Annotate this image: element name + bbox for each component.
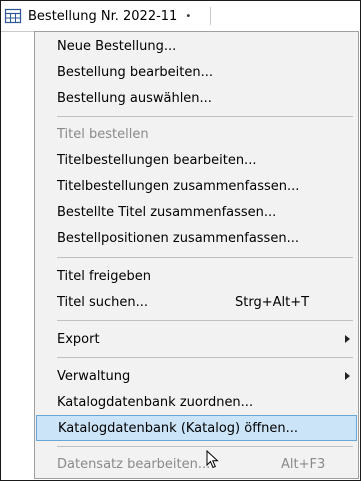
menu-item-titelbestellungen-bearbeiten[interactable]: Titelbestellungen bearbeiten...	[35, 147, 358, 173]
menu-item-label: Neue Bestellung...	[57, 38, 177, 54]
menu-item-titelbestellungen-zusammenfassen[interactable]: Titelbestellungen zusammenfassen...	[35, 173, 358, 199]
menu-item-label: Bestellung bearbeiten...	[57, 64, 214, 80]
menu-item-export[interactable]: Export	[35, 326, 358, 352]
menu-item-label: Titel bestellen	[57, 126, 149, 142]
menu-item-bestellung-bearbeiten[interactable]: Bestellung bearbeiten...	[35, 59, 358, 85]
menu-item-label: Datensatz bearbeiten...	[57, 456, 211, 472]
mouse-cursor-icon	[206, 450, 219, 469]
menu-item-label: Katalogdatenbank zuordnen...	[57, 394, 254, 410]
submenu-arrow-icon	[345, 335, 350, 343]
menu-item-label: Titelbestellungen zusammenfassen...	[57, 178, 300, 194]
dropdown-arrow-icon[interactable]: •	[185, 11, 191, 22]
menu-item-label: Verwaltung	[57, 368, 131, 384]
menu-item-titel-suchen[interactable]: Titel suchen... Strg+Alt+T	[35, 289, 358, 315]
menu-item-titel-freigeben[interactable]: Titel freigeben	[35, 263, 358, 289]
menu-separator	[57, 446, 353, 447]
submenu-arrow-icon	[345, 372, 350, 380]
menu-item-shortcut: Alt+F3	[281, 456, 326, 472]
menu-item-bestellung-auswaehlen[interactable]: Bestellung auswählen...	[35, 85, 358, 111]
menu-item-label: Titel freigeben	[57, 268, 151, 284]
toolbar-empty-area	[211, 1, 359, 31]
menu-item-label: Export	[57, 331, 100, 347]
menu-separator	[57, 116, 353, 117]
menu-separator	[57, 357, 353, 358]
menu-item-bestellte-titel-zusammenfassen[interactable]: Bestellte Titel zusammenfassen...	[35, 199, 358, 225]
menu-item-label: Titelbestellungen bearbeiten...	[57, 152, 257, 168]
menu-item-shortcut: Strg+Alt+T	[235, 294, 310, 310]
menu-item-label: Katalogdatenbank (Katalog) öffnen...	[58, 420, 299, 436]
context-menu: Neue Bestellung... Bestellung bearbeiten…	[34, 31, 359, 479]
menu-separator	[57, 320, 353, 321]
table-icon	[4, 8, 22, 24]
menu-item-label: Bestellpositionen zusammenfassen...	[57, 230, 299, 246]
menu-item-neue-bestellung[interactable]: Neue Bestellung...	[35, 33, 358, 59]
menu-item-bestellpositionen-zusammenfassen[interactable]: Bestellpositionen zusammenfassen...	[35, 225, 358, 251]
order-title: Bestellung Nr. 2022-11	[28, 8, 178, 24]
menu-item-katalogdatenbank-oeffnen[interactable]: Katalogdatenbank (Katalog) öffnen...	[36, 415, 357, 441]
menu-item-titel-bestellen: Titel bestellen	[35, 121, 358, 147]
order-dropdown[interactable]: Bestellung Nr. 2022-11 •	[1, 1, 212, 32]
menu-item-label: Bestellung auswählen...	[57, 90, 212, 106]
menu-separator	[57, 257, 353, 258]
menu-item-verwaltung[interactable]: Verwaltung	[35, 363, 358, 389]
menu-item-label: Bestellte Titel zusammenfassen...	[57, 204, 277, 220]
menu-item-datensatz-bearbeiten: Datensatz bearbeiten... Alt+F3	[35, 451, 358, 477]
menu-item-label: Titel suchen...	[57, 294, 149, 310]
menu-item-katalogdatenbank-zuordnen[interactable]: Katalogdatenbank zuordnen...	[35, 389, 358, 415]
